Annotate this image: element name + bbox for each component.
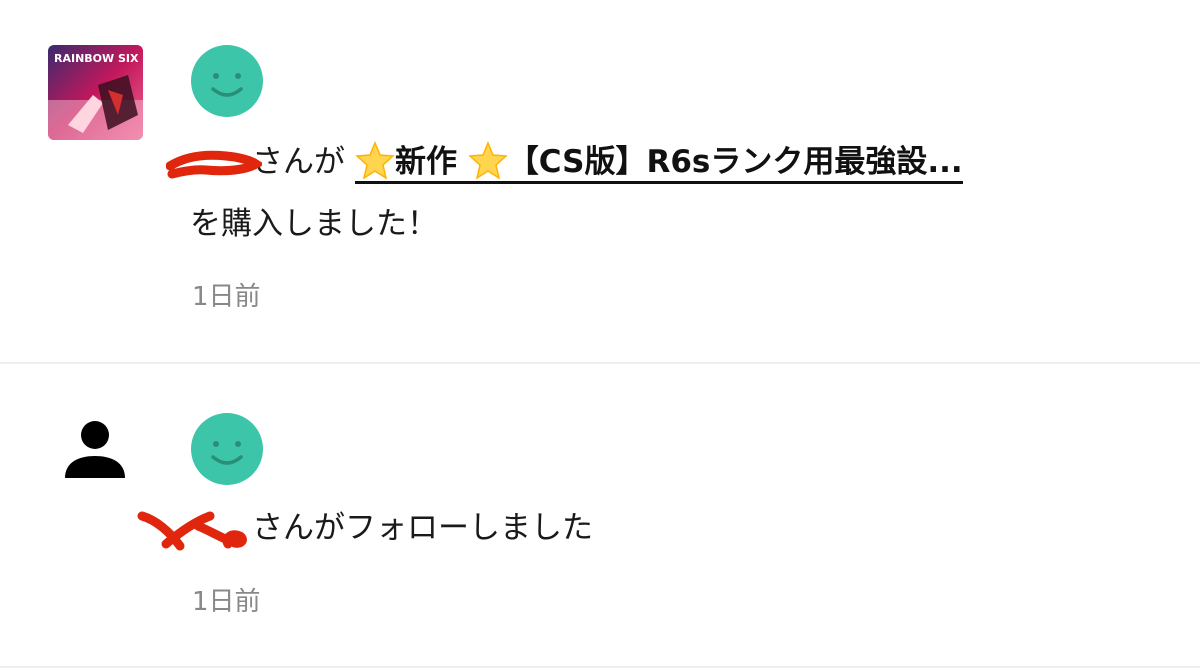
follow-text: さんがフォローしました — [252, 510, 593, 546]
redacted-username[interactable] — [166, 144, 262, 179]
product-title-new: 新作 — [395, 144, 457, 180]
smiley-face-icon[interactable] — [191, 45, 263, 117]
redaction-scribble — [166, 150, 262, 179]
user-suffix: さんが — [252, 144, 345, 180]
product-thumbnail[interactable]: RAINBOW SIX — [48, 45, 143, 140]
purchase-message-line-1: さんが 新作 【CS版】R6sランク用最強設... — [166, 140, 963, 184]
product-title-rest: 【CS版】R6sランク用最強設... — [507, 144, 963, 180]
glowing-star-icon — [467, 141, 508, 180]
timestamp: 1日前 — [192, 587, 261, 617]
glowing-star-icon — [355, 141, 395, 180]
purchase-message-line-2: を購入しました！ — [190, 206, 438, 242]
thumbnail-text: RAINBOW SIX — [54, 52, 139, 65]
notification-purchase[interactable]: RAINBOW SIX さんが 新作 【CS版】R6sランク用最強設... を購入… — [0, 0, 1200, 364]
smiley-face-icon[interactable] — [191, 413, 263, 485]
follow-message: さんがフォローしました — [137, 508, 593, 551]
notification-follow[interactable] — [0, 366, 1200, 668]
redacted-username[interactable] — [137, 510, 252, 551]
person-icon[interactable] — [63, 418, 127, 482]
product-link[interactable]: 新作 【CS版】R6sランク用最強設... — [355, 141, 963, 184]
timestamp: 1日前 — [192, 282, 261, 312]
